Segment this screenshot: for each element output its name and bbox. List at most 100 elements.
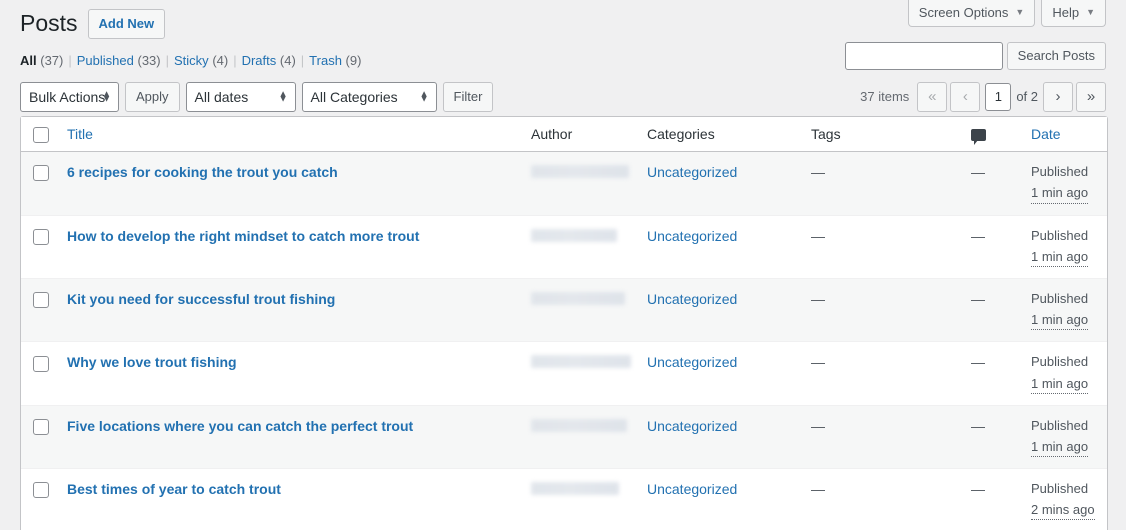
post-title-link[interactable]: Why we love trout fishing: [67, 354, 237, 370]
status-filter-item: Published (33)|: [77, 48, 174, 74]
table-row: Kit you need for successful trout fishin…: [21, 278, 1107, 341]
category-link[interactable]: Uncategorized: [647, 418, 737, 434]
sort-by-title-link[interactable]: Title: [67, 126, 93, 142]
status-filter-trash-count: (9): [346, 53, 362, 68]
categories-cell: Uncategorized: [637, 278, 801, 341]
prev-page-button[interactable]: ‹: [950, 82, 980, 112]
tags-cell: —: [801, 152, 961, 214]
help-label: Help: [1052, 6, 1079, 19]
title-cell: 6 recipes for cooking the trout you catc…: [57, 152, 521, 214]
screen-options-button[interactable]: Screen Options ▼: [908, 0, 1036, 27]
date-cell: Published 2 mins ago: [1021, 468, 1107, 530]
column-header-categories: Categories: [637, 117, 801, 152]
status-filter-all[interactable]: All: [20, 53, 37, 68]
column-header-date: Date: [1021, 117, 1107, 152]
posts-list-table: Title Author Categories Tags Date 6 reci…: [20, 116, 1108, 530]
post-title-link[interactable]: Five locations where you can catch the p…: [67, 418, 413, 434]
status-filter-item: Sticky (4)|: [174, 48, 242, 74]
author-redacted: [531, 229, 617, 242]
category-link[interactable]: Uncategorized: [647, 164, 737, 180]
comments-cell: —: [961, 468, 1021, 530]
tags-cell: —: [801, 341, 961, 404]
post-title-link[interactable]: 6 recipes for cooking the trout you catc…: [67, 164, 338, 180]
title-cell: Best times of year to catch trout: [57, 468, 521, 530]
author-cell: [521, 341, 637, 404]
comments-cell: —: [961, 215, 1021, 278]
row-select-cell: [21, 152, 57, 214]
row-checkbox[interactable]: [33, 482, 49, 498]
row-checkbox[interactable]: [33, 356, 49, 372]
screen-meta-links: Screen Options ▼ Help ▼: [908, 0, 1106, 27]
categories-cell: Uncategorized: [637, 152, 801, 214]
first-page-button[interactable]: «: [917, 82, 947, 112]
date-filter-select[interactable]: All dates ▲▼: [186, 82, 296, 112]
bulk-actions-value: Bulk Actions: [29, 89, 105, 105]
column-header-comments: [961, 117, 1021, 152]
categories-cell: Uncategorized: [637, 468, 801, 530]
status-filter-sticky-count: (4): [212, 53, 228, 68]
author-cell: [521, 278, 637, 341]
comments-cell: —: [961, 152, 1021, 214]
tags-cell: —: [801, 405, 961, 468]
bulk-actions-area: Bulk Actions ▲▼ Apply All dates ▲▼ All C…: [20, 82, 493, 112]
post-date: 1 min ago: [1031, 248, 1088, 267]
category-filter-select[interactable]: All Categories ▲▼: [302, 82, 437, 112]
row-select-cell: [21, 341, 57, 404]
post-title-link[interactable]: Kit you need for successful trout fishin…: [67, 291, 335, 307]
status-filter-published[interactable]: Published: [77, 53, 134, 68]
total-pages-label: of 2: [1016, 89, 1038, 104]
category-filter-value: All Categories: [311, 89, 398, 105]
date-cell: Published 1 min ago: [1021, 278, 1107, 341]
sort-by-date-link[interactable]: Date: [1031, 126, 1061, 142]
bulk-actions-select[interactable]: Bulk Actions ▲▼: [20, 82, 119, 112]
post-date: 2 mins ago: [1031, 501, 1095, 520]
table-row: Why we love trout fishing Uncategorized …: [21, 341, 1107, 404]
select-all-checkbox[interactable]: [33, 127, 49, 143]
table-row: 6 recipes for cooking the trout you catc…: [21, 152, 1107, 214]
status-filter-trash[interactable]: Trash: [309, 53, 342, 68]
post-title-link[interactable]: Best times of year to catch trout: [67, 481, 281, 497]
row-checkbox[interactable]: [33, 229, 49, 245]
category-link[interactable]: Uncategorized: [647, 354, 737, 370]
tags-cell: —: [801, 278, 961, 341]
category-link[interactable]: Uncategorized: [647, 481, 737, 497]
tags-cell: —: [801, 215, 961, 278]
status-filter-drafts[interactable]: Drafts: [242, 53, 277, 68]
search-posts-button[interactable]: Search Posts: [1007, 42, 1106, 70]
post-date: 1 min ago: [1031, 375, 1088, 394]
select-arrows-icon: ▲▼: [279, 91, 288, 102]
date-cell: Published 1 min ago: [1021, 152, 1107, 214]
category-link[interactable]: Uncategorized: [647, 291, 737, 307]
status-filter-published-count: (33): [138, 53, 161, 68]
title-cell: Five locations where you can catch the p…: [57, 405, 521, 468]
post-status: Published: [1031, 290, 1097, 308]
status-filter-sticky[interactable]: Sticky: [174, 53, 209, 68]
screen-options-label: Screen Options: [919, 6, 1009, 19]
next-page-button[interactable]: ›: [1043, 82, 1073, 112]
title-cell: How to develop the right mindset to catc…: [57, 215, 521, 278]
last-page-button[interactable]: »: [1076, 82, 1106, 112]
author-cell: [521, 215, 637, 278]
add-new-button[interactable]: Add New: [88, 9, 166, 38]
categories-cell: Uncategorized: [637, 405, 801, 468]
status-filter-item: Drafts (4)|: [242, 48, 310, 74]
table-body: 6 recipes for cooking the trout you catc…: [21, 152, 1107, 530]
title-cell: Why we love trout fishing: [57, 341, 521, 404]
row-checkbox[interactable]: [33, 419, 49, 435]
row-checkbox[interactable]: [33, 292, 49, 308]
date-cell: Published 1 min ago: [1021, 215, 1107, 278]
filter-button[interactable]: Filter: [443, 82, 494, 112]
current-page-input[interactable]: [985, 83, 1011, 111]
categories-cell: Uncategorized: [637, 215, 801, 278]
row-checkbox[interactable]: [33, 165, 49, 181]
status-filter-drafts-count: (4): [280, 53, 296, 68]
apply-button[interactable]: Apply: [125, 82, 180, 112]
column-header-tags: Tags: [801, 117, 961, 152]
table-header-row: Title Author Categories Tags Date: [21, 117, 1107, 152]
help-button[interactable]: Help ▼: [1041, 0, 1106, 27]
category-link[interactable]: Uncategorized: [647, 228, 737, 244]
search-input[interactable]: [845, 42, 1003, 70]
status-filter-item: Trash (9): [309, 48, 361, 74]
post-title-link[interactable]: How to develop the right mindset to catc…: [67, 228, 419, 244]
column-header-author: Author: [521, 117, 637, 152]
